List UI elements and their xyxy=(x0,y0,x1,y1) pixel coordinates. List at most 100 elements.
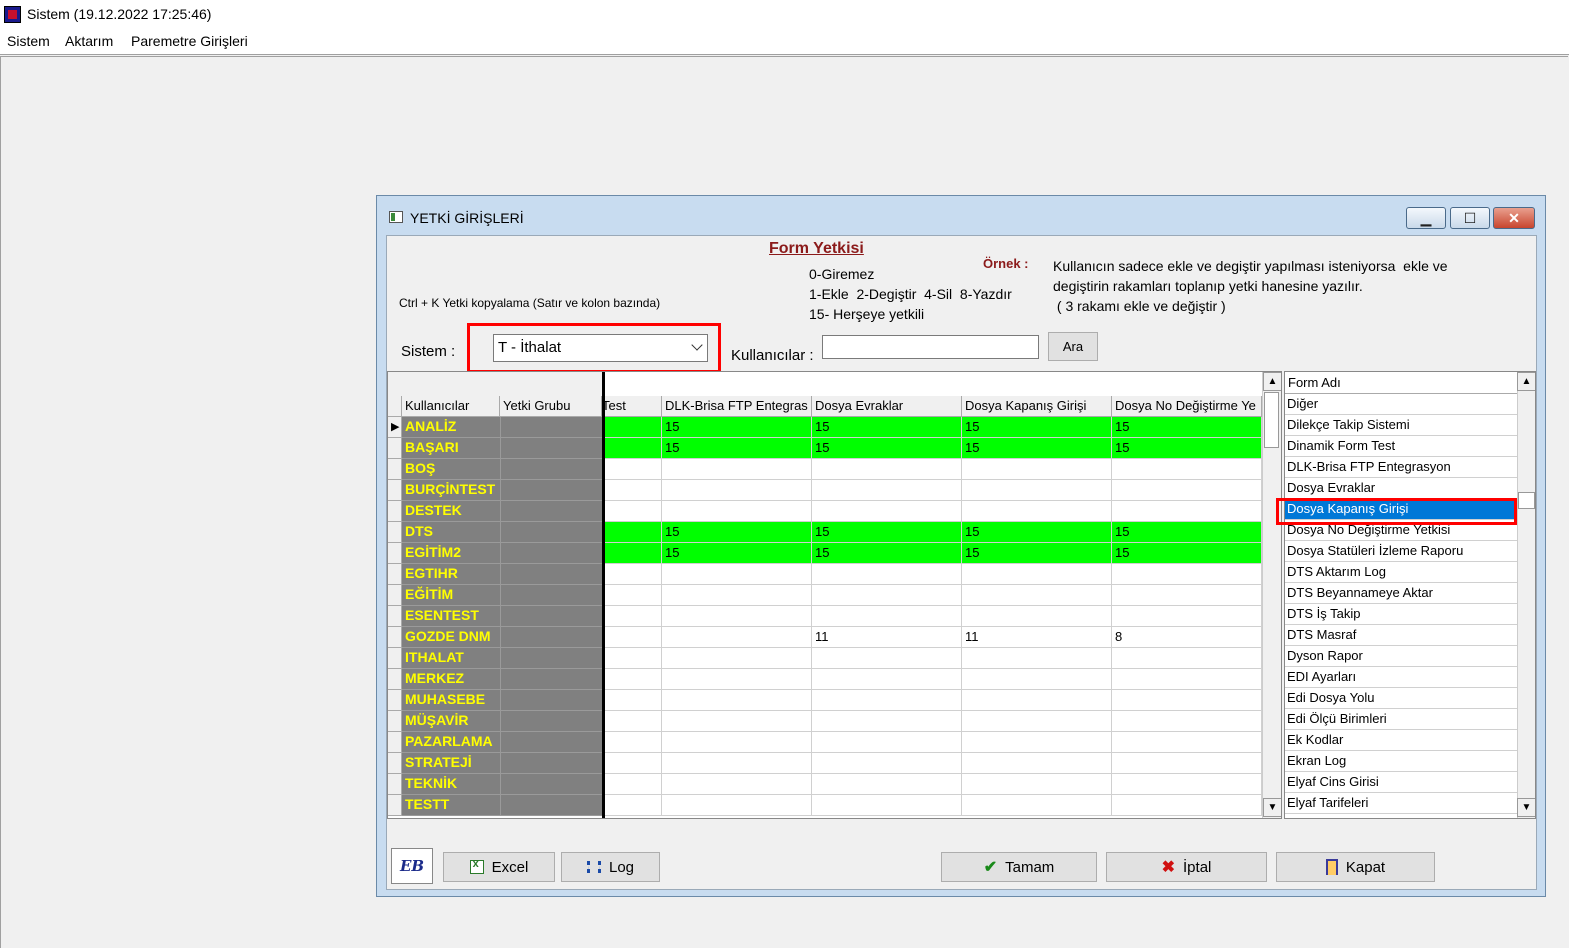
menu-paremetre-girisleri[interactable]: Paremetre Girişleri xyxy=(131,33,248,49)
permission-cell[interactable] xyxy=(662,480,812,501)
permission-cell[interactable] xyxy=(962,732,1112,753)
permission-cell[interactable] xyxy=(662,753,812,774)
iptal-button[interactable]: ✖ İptal xyxy=(1106,852,1267,882)
permission-cell[interactable] xyxy=(602,459,662,480)
yetki-grubu-cell[interactable] xyxy=(500,795,602,816)
permission-cell[interactable]: 15 xyxy=(1112,522,1262,543)
scroll-down-icon[interactable]: ▼ xyxy=(1517,798,1535,817)
permission-cell[interactable] xyxy=(962,459,1112,480)
permission-cell[interactable]: 15 xyxy=(812,543,962,564)
user-cell[interactable]: TESTT xyxy=(402,795,500,816)
permission-cell[interactable]: 15 xyxy=(962,417,1112,438)
permission-cell[interactable] xyxy=(662,564,812,585)
permission-cell[interactable] xyxy=(1112,669,1262,690)
menu-sistem[interactable]: Sistem xyxy=(7,33,50,49)
minimize-button[interactable]: ▁ xyxy=(1406,207,1446,229)
yetki-grubu-cell[interactable] xyxy=(500,627,602,648)
permission-cell[interactable] xyxy=(1112,501,1262,522)
permission-cell[interactable] xyxy=(812,690,962,711)
yetki-grubu-cell[interactable] xyxy=(500,501,602,522)
row-indicator[interactable] xyxy=(388,774,402,795)
grid-vscroll-thumb[interactable] xyxy=(1264,392,1279,448)
row-indicator[interactable] xyxy=(388,480,402,501)
permission-cell[interactable] xyxy=(962,669,1112,690)
permission-cell[interactable] xyxy=(1112,648,1262,669)
permission-cell[interactable] xyxy=(1112,774,1262,795)
row-indicator[interactable] xyxy=(388,501,402,522)
permission-cell[interactable] xyxy=(662,774,812,795)
permission-cell[interactable] xyxy=(1112,732,1262,753)
row-indicator[interactable] xyxy=(388,606,402,627)
row-indicator[interactable]: ▶ xyxy=(388,417,402,438)
user-cell[interactable]: BURÇİNTEST xyxy=(402,480,500,501)
form-list-item[interactable]: DTS Beyannameye Aktar xyxy=(1285,583,1517,604)
user-cell[interactable]: DESTEK xyxy=(402,501,500,522)
permission-cell[interactable] xyxy=(602,732,662,753)
row-indicator[interactable] xyxy=(388,669,402,690)
permission-cell[interactable] xyxy=(602,669,662,690)
permission-cell[interactable]: 15 xyxy=(962,522,1112,543)
permission-cell[interactable] xyxy=(812,732,962,753)
form-list-item[interactable]: Edi Ölçü Birimleri xyxy=(1285,709,1517,730)
row-indicator[interactable] xyxy=(388,627,402,648)
scroll-up-icon[interactable]: ▲ xyxy=(1263,372,1281,391)
yetki-grubu-cell[interactable] xyxy=(500,669,602,690)
row-indicator[interactable] xyxy=(388,564,402,585)
permission-cell[interactable] xyxy=(812,585,962,606)
permission-cell[interactable] xyxy=(812,669,962,690)
close-button[interactable]: ✕ xyxy=(1493,207,1535,229)
user-cell[interactable]: STRATEJİ xyxy=(402,753,500,774)
permission-cell[interactable] xyxy=(602,417,662,438)
yetki-grubu-cell[interactable] xyxy=(500,543,602,564)
permission-cell[interactable] xyxy=(602,774,662,795)
form-list-item[interactable]: Elyaf Cins Girisi xyxy=(1285,772,1517,793)
form-list-item[interactable]: Dinamik Form Test xyxy=(1285,436,1517,457)
user-cell[interactable]: EGİTİM2 xyxy=(402,543,500,564)
permission-cell[interactable]: 15 xyxy=(812,438,962,459)
yetki-grubu-cell[interactable] xyxy=(500,585,602,606)
permission-cell[interactable] xyxy=(812,648,962,669)
form-list-item[interactable]: Ek Kodlar xyxy=(1285,730,1517,751)
permission-cell[interactable] xyxy=(962,564,1112,585)
permission-cell[interactable] xyxy=(812,774,962,795)
form-list-item[interactable]: Dyson Rapor xyxy=(1285,646,1517,667)
permission-cell[interactable] xyxy=(662,459,812,480)
permission-cell[interactable]: 8 xyxy=(1112,627,1262,648)
yetki-grubu-cell[interactable] xyxy=(500,732,602,753)
form-list-item[interactable]: Diğer xyxy=(1285,394,1517,415)
form-list-header[interactable]: Form Adı xyxy=(1285,372,1517,394)
form-list-item[interactable]: DLK-Brisa FTP Entegrasyon xyxy=(1285,457,1517,478)
permission-cell[interactable] xyxy=(1112,711,1262,732)
permission-cell[interactable] xyxy=(662,627,812,648)
yetki-grubu-cell[interactable] xyxy=(500,480,602,501)
permission-cell[interactable] xyxy=(812,564,962,585)
col-dosya-kapanis[interactable]: Dosya Kapanış Girişi xyxy=(962,396,1112,417)
permission-cell[interactable]: 15 xyxy=(1112,438,1262,459)
excel-button[interactable]: Excel xyxy=(443,852,555,882)
permission-cell[interactable] xyxy=(602,648,662,669)
permission-cell[interactable] xyxy=(1112,564,1262,585)
permission-cell[interactable] xyxy=(812,795,962,816)
permission-cell[interactable] xyxy=(1112,690,1262,711)
row-indicator[interactable] xyxy=(388,732,402,753)
permission-cell[interactable] xyxy=(662,711,812,732)
permission-cell[interactable]: 15 xyxy=(812,417,962,438)
row-indicator[interactable] xyxy=(388,522,402,543)
scroll-up-icon[interactable]: ▲ xyxy=(1517,372,1535,391)
permission-cell[interactable] xyxy=(962,585,1112,606)
form-list-hscrollbar[interactable] xyxy=(1285,818,1535,819)
user-cell[interactable]: MERKEZ xyxy=(402,669,500,690)
form-list-item[interactable]: Dosya Evraklar xyxy=(1285,478,1517,499)
form-list-item[interactable]: Ekran Log xyxy=(1285,751,1517,772)
menu-aktarim[interactable]: Aktarım xyxy=(65,33,113,49)
permission-cell[interactable] xyxy=(812,606,962,627)
permission-cell[interactable] xyxy=(1112,480,1262,501)
permission-cell[interactable] xyxy=(1112,795,1262,816)
permission-cell[interactable]: 15 xyxy=(662,417,812,438)
permission-cell[interactable] xyxy=(602,711,662,732)
form-list-item[interactable]: EDI Ayarları xyxy=(1285,667,1517,688)
permission-cell[interactable] xyxy=(962,753,1112,774)
permission-cell[interactable] xyxy=(602,606,662,627)
yetki-grubu-cell[interactable] xyxy=(500,459,602,480)
yetki-grubu-cell[interactable] xyxy=(500,522,602,543)
